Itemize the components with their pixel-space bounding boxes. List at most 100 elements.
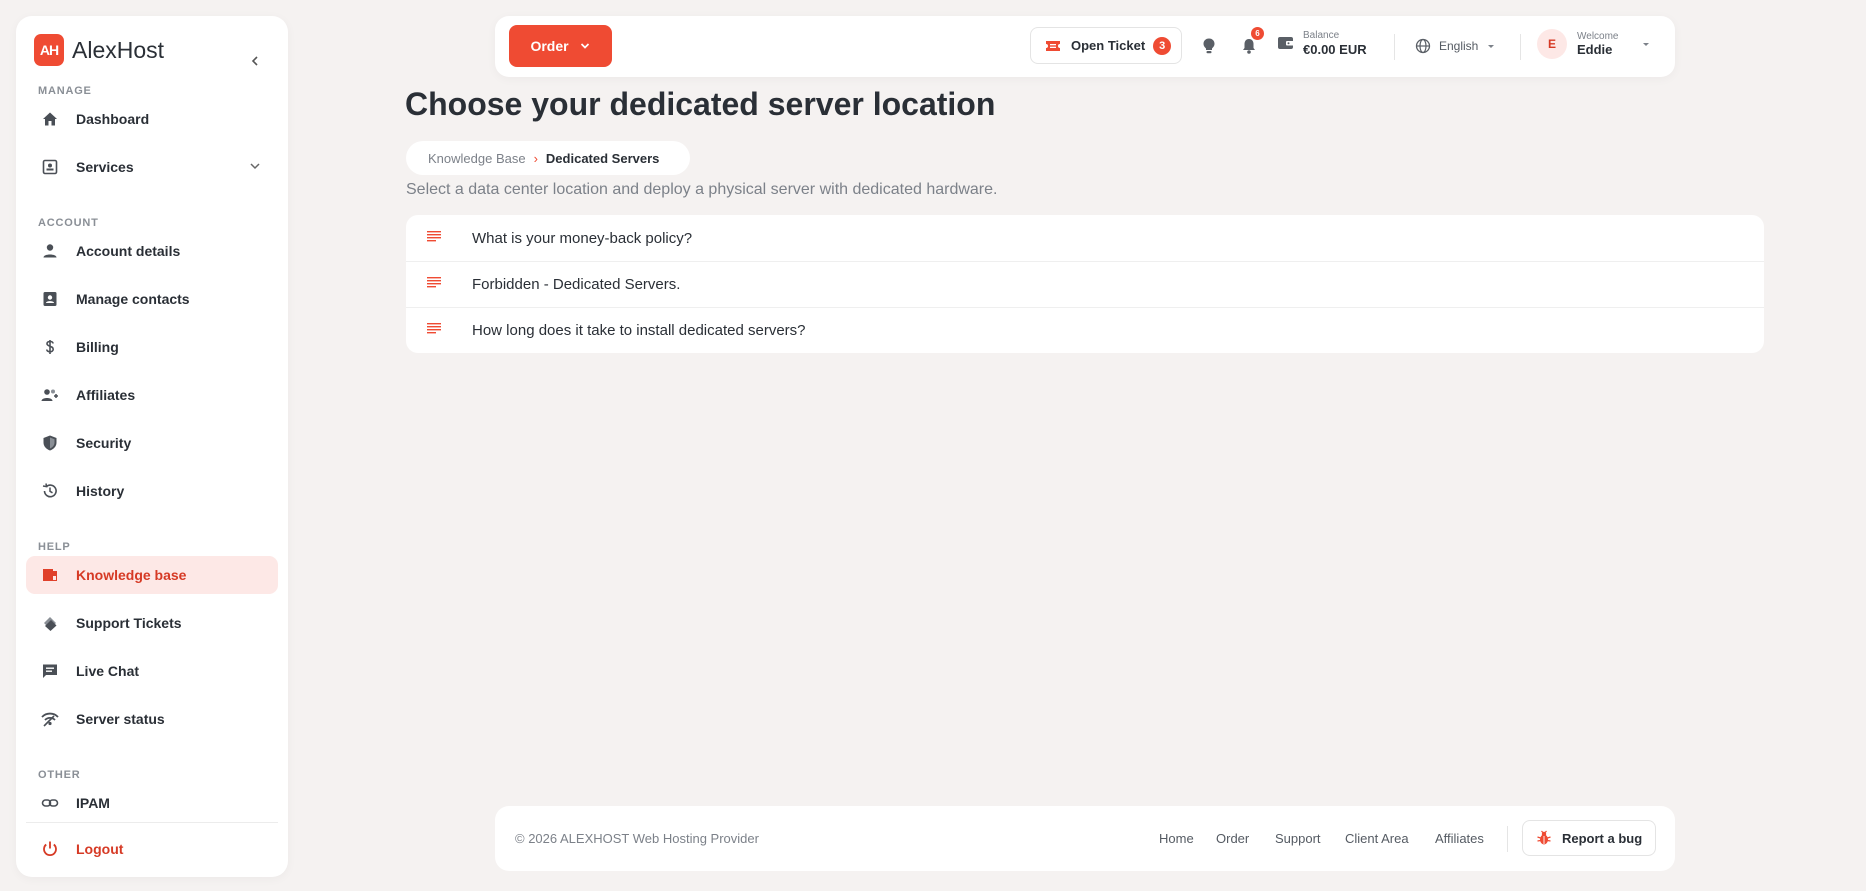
balance-widget[interactable]: Balance €0.00 EUR [1277, 30, 1367, 57]
order-button[interactable]: Order [509, 25, 612, 67]
order-button-label: Order [530, 38, 569, 54]
footer: © 2026 ALEXHOST Web Hosting Provider Hom… [495, 806, 1675, 871]
sidebar-item-label: History [76, 483, 125, 499]
brand-logo: AH [34, 34, 64, 66]
breadcrumb-link-knowledge-base[interactable]: Knowledge Base [428, 151, 526, 166]
sidebar-item-label: Server status [76, 711, 165, 727]
notification-count-badge: 6 [1251, 27, 1264, 40]
topbar-divider [1520, 34, 1521, 60]
balance-value: €0.00 EUR [1303, 42, 1367, 57]
sidebar: AH AlexHost MANAGE Dashboard Services AC… [16, 16, 288, 877]
avatar: E [1537, 29, 1567, 59]
topbar-divider [1394, 34, 1395, 60]
sidebar-item-security[interactable]: Security [26, 424, 278, 462]
sidebar-item-label: IPAM [76, 795, 110, 811]
footer-link-home[interactable]: Home [1159, 831, 1194, 846]
person-icon [40, 241, 60, 261]
chevron-down-icon [250, 163, 260, 170]
sidebar-item-logout[interactable]: Logout [26, 830, 278, 868]
open-ticket-button[interactable]: Open Ticket 3 [1030, 27, 1182, 64]
footer-divider [1507, 826, 1508, 852]
sidebar-item-knowledge-base[interactable]: Knowledge base [26, 556, 278, 594]
signal-icon [40, 709, 60, 729]
dollar-icon [40, 337, 60, 357]
article-title: Forbidden - Dedicated Servers. [472, 275, 681, 293]
footer-link-affiliates[interactable]: Affiliates [1435, 831, 1484, 846]
brand[interactable]: AH AlexHost [34, 34, 164, 66]
sidebar-item-ipam[interactable]: IPAM [26, 784, 278, 822]
lightbulb-icon [1203, 38, 1215, 54]
sidebar-item-label: Support Tickets [76, 615, 182, 631]
power-icon [40, 839, 60, 859]
caret-down-icon [1488, 45, 1495, 48]
document-lines-icon [427, 323, 441, 334]
sidebar-item-support-tickets[interactable]: Support Tickets [26, 604, 278, 642]
document-lines-icon [427, 231, 441, 242]
collapse-sidebar-button[interactable] [244, 50, 266, 72]
sidebar-item-dashboard[interactable]: Dashboard [26, 100, 278, 138]
affiliates-icon [40, 385, 60, 405]
sidebar-item-label: Knowledge base [76, 567, 187, 583]
open-ticket-label: Open Ticket [1071, 38, 1146, 53]
ticket-icon [1046, 40, 1060, 51]
footer-link-client-area[interactable]: Client Area [1345, 831, 1409, 846]
sidebar-item-billing[interactable]: Billing [26, 328, 278, 366]
sidebar-item-history[interactable]: History [26, 472, 278, 510]
user-name: Eddie [1577, 42, 1613, 57]
section-label-other: OTHER [38, 769, 81, 781]
knowledge-base-icon [40, 565, 60, 585]
sidebar-item-services[interactable]: Services [26, 148, 278, 186]
bug-icon [1537, 830, 1551, 845]
document-lines-icon [427, 277, 441, 288]
breadcrumb: Knowledge Base › Dedicated Servers [406, 141, 690, 175]
balance-caption: Balance [1303, 30, 1340, 41]
section-label-account: ACCOUNT [38, 217, 99, 229]
section-label-help: HELP [38, 541, 71, 553]
globe-icon [1415, 38, 1431, 54]
sidebar-item-label: Live Chat [76, 663, 140, 679]
chevron-left-icon [251, 56, 258, 66]
history-icon [40, 481, 60, 501]
sidebar-item-live-chat[interactable]: Live Chat [26, 652, 278, 690]
link-icon [40, 793, 60, 813]
notifications-button[interactable]: 6 [1239, 27, 1264, 56]
footer-link-order[interactable]: Order [1216, 831, 1249, 846]
footer-link-support[interactable]: Support [1275, 831, 1321, 846]
ticket-count-badge: 3 [1153, 36, 1172, 55]
chat-icon [40, 661, 60, 681]
language-label: English [1439, 39, 1479, 53]
wallet-icon [1278, 37, 1294, 49]
sidebar-divider [26, 822, 278, 823]
contacts-icon [40, 289, 60, 309]
sidebar-item-label: Billing [76, 339, 119, 355]
services-icon [40, 157, 60, 177]
topbar: Order Open Ticket 3 6 Balance €0.00 EUR … [495, 16, 1675, 77]
sidebar-item-account-details[interactable]: Account details [26, 232, 278, 270]
article-list: What is your money-back policy? Forbidde… [406, 215, 1764, 353]
breadcrumb-separator: › [533, 150, 538, 166]
shield-icon [40, 433, 60, 453]
page-title: Choose your dedicated server location [405, 86, 996, 122]
user-menu[interactable]: E Welcome Eddie [1537, 29, 1651, 59]
sidebar-item-affiliates[interactable]: Affiliates [26, 376, 278, 414]
sidebar-item-label: Logout [76, 841, 124, 857]
user-info: Welcome Eddie [1577, 31, 1619, 57]
welcome-caption: Welcome [1577, 31, 1619, 42]
sidebar-item-label: Account details [76, 243, 181, 259]
sidebar-item-manage-contacts[interactable]: Manage contacts [26, 280, 278, 318]
sidebar-item-label: Security [76, 435, 132, 451]
sidebar-item-server-status[interactable]: Server status [26, 700, 278, 738]
article-item[interactable]: What is your money-back policy? [406, 215, 1764, 261]
sidebar-item-label: Dashboard [76, 111, 150, 127]
report-bug-label: Report a bug [1562, 830, 1643, 846]
language-selector[interactable]: English [1415, 38, 1496, 54]
breadcrumb-current: Dedicated Servers [545, 150, 660, 166]
section-label-manage: MANAGE [38, 85, 92, 97]
article-item[interactable]: Forbidden - Dedicated Servers. [406, 261, 1764, 307]
copyright-text: © 2026 ALEXHOST Web Hosting Provider [515, 831, 759, 846]
article-item[interactable]: How long does it take to install dedicat… [406, 307, 1764, 353]
report-bug-button[interactable]: Report a bug [1522, 820, 1656, 856]
home-icon [40, 109, 60, 129]
chevron-down-icon [580, 43, 589, 49]
tips-button[interactable] [1199, 36, 1219, 56]
